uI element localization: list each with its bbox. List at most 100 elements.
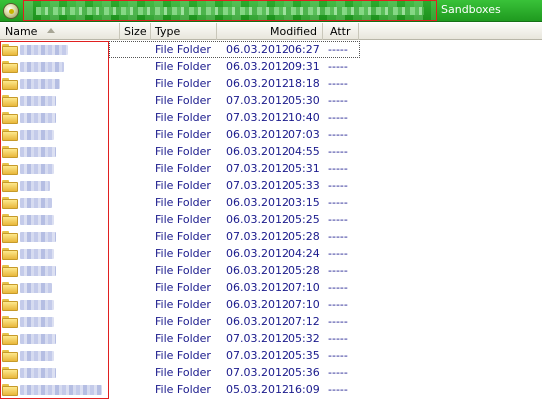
cell-date: 07.03.2012: [226, 179, 289, 192]
folder-icon: [2, 299, 18, 311]
cell-time: 03:15: [288, 196, 320, 209]
redacted-folder-name: [20, 385, 102, 395]
cell-date: 07.03.2012: [226, 162, 289, 175]
table-row[interactable]: File Folder 06.03.2012 05:25 -----: [0, 211, 542, 228]
cell-type: File Folder: [155, 247, 211, 260]
folder-icon: [2, 265, 18, 277]
cell-date: 07.03.2012: [226, 332, 289, 345]
cell-date: 06.03.2012: [226, 247, 289, 260]
cell-date: 06.03.2012: [226, 77, 289, 90]
path-current-folder[interactable]: Sandboxes: [441, 3, 501, 16]
cell-attr: -----: [328, 383, 348, 396]
cell-type: File Folder: [155, 213, 211, 226]
cell-time: 05:36: [288, 366, 320, 379]
cell-time: 09:31: [288, 60, 320, 73]
cell-type: File Folder: [155, 315, 211, 328]
cell-time: 05:25: [288, 213, 320, 226]
cell-date: 06.03.2012: [226, 281, 289, 294]
folder-icon: [2, 78, 18, 90]
table-row[interactable]: File Folder 06.03.2012 05:28 -----: [0, 262, 542, 279]
redacted-folder-name: [20, 62, 64, 72]
cell-type: File Folder: [155, 145, 211, 158]
table-row[interactable]: File Folder 06.03.2012 07:12 -----: [0, 313, 542, 330]
cell-attr: -----: [328, 264, 348, 277]
redacted-folder-name: [20, 249, 54, 259]
drive-icon[interactable]: [3, 3, 19, 19]
cell-type: File Folder: [155, 281, 211, 294]
table-row[interactable]: File Folder 07.03.2012 05:32 -----: [0, 330, 542, 347]
cell-attr: -----: [328, 60, 348, 73]
cell-attr: -----: [328, 94, 348, 107]
folder-icon: [2, 146, 18, 158]
table-row[interactable]: File Folder 06.03.2012 18:18 -----: [0, 75, 542, 92]
cell-time: 05:28: [288, 264, 320, 277]
file-list: File Folder 06.03.2012 06:27 ----- File Fold…: [0, 41, 542, 398]
folder-icon: [2, 333, 18, 345]
redacted-folder-name: [20, 96, 56, 106]
column-header-type[interactable]: Type: [151, 23, 217, 40]
column-header-name[interactable]: Name: [0, 23, 120, 40]
cell-date: 06.03.2012: [226, 128, 289, 141]
table-row[interactable]: File Folder 06.03.2012 07:10 -----: [0, 279, 542, 296]
cell-attr: -----: [328, 162, 348, 175]
table-row[interactable]: File Folder 06.03.2012 06:27 -----: [0, 41, 542, 58]
cell-time: 18:18: [288, 77, 320, 90]
column-header-size[interactable]: Size: [120, 23, 151, 40]
redacted-folder-name: [20, 283, 52, 293]
cell-time: 07:03: [288, 128, 320, 141]
redacted-folder-name: [20, 300, 54, 310]
table-row[interactable]: File Folder 06.03.2012 09:31 -----: [0, 58, 542, 75]
table-row[interactable]: File Folder 07.03.2012 05:36 -----: [0, 364, 542, 381]
cell-time: 05:35: [288, 349, 320, 362]
cell-attr: -----: [328, 298, 348, 311]
folder-icon: [2, 231, 18, 243]
table-row[interactable]: File Folder 07.03.2012 05:31 -----: [0, 160, 542, 177]
column-header-bar: Name Size Type Modified Attr: [0, 23, 542, 40]
cell-attr: -----: [328, 111, 348, 124]
cell-date: 06.03.2012: [226, 196, 289, 209]
cell-time: 05:31: [288, 162, 320, 175]
table-row[interactable]: File Folder 07.03.2012 05:33 -----: [0, 177, 542, 194]
table-row[interactable]: File Folder 06.03.2012 04:55 -----: [0, 143, 542, 160]
redacted-folder-name: [20, 181, 50, 191]
folder-icon: [2, 44, 18, 56]
redacted-folder-name: [20, 215, 54, 225]
folder-icon: [2, 282, 18, 294]
cell-time: 07:10: [288, 281, 320, 294]
path-bar[interactable]: Sandboxes: [0, 0, 542, 22]
folder-icon: [2, 180, 18, 192]
cell-time: 05:30: [288, 94, 320, 107]
cell-attr: -----: [328, 145, 348, 158]
redacted-folder-name: [20, 113, 56, 123]
cell-time: 04:55: [288, 145, 320, 158]
path-redacted[interactable]: [23, 0, 437, 21]
cell-attr: -----: [328, 281, 348, 294]
cell-type: File Folder: [155, 77, 211, 90]
folder-icon: [2, 350, 18, 362]
folder-icon: [2, 384, 18, 396]
table-row[interactable]: File Folder 06.03.2012 07:03 -----: [0, 126, 542, 143]
cell-time: 16:09: [288, 383, 320, 396]
cell-date: 06.03.2012: [226, 298, 289, 311]
folder-icon: [2, 367, 18, 379]
table-row[interactable]: File Folder 07.03.2012 05:28 -----: [0, 228, 542, 245]
column-header-name-label: Name: [5, 25, 38, 38]
table-row[interactable]: File Folder 06.03.2012 03:15 -----: [0, 194, 542, 211]
cell-type: File Folder: [155, 162, 211, 175]
table-row[interactable]: File Folder 07.03.2012 10:40 -----: [0, 109, 542, 126]
cell-type: File Folder: [155, 366, 211, 379]
table-row[interactable]: File Folder 06.03.2012 07:10 -----: [0, 296, 542, 313]
column-header-attr[interactable]: Attr: [323, 23, 359, 40]
column-header-modified[interactable]: Modified: [217, 23, 323, 40]
cell-date: 06.03.2012: [226, 60, 289, 73]
redacted-folder-name: [20, 351, 54, 361]
folder-icon: [2, 214, 18, 226]
redacted-folder-name: [20, 368, 56, 378]
cell-attr: -----: [328, 366, 348, 379]
redacted-folder-name: [20, 198, 52, 208]
table-row[interactable]: File Folder 06.03.2012 04:24 -----: [0, 245, 542, 262]
table-row[interactable]: File Folder 07.03.2012 05:30 -----: [0, 92, 542, 109]
cell-time: 07:12: [288, 315, 320, 328]
table-row[interactable]: File Folder 05.03.2012 16:09 -----: [0, 381, 542, 398]
table-row[interactable]: File Folder 07.03.2012 05:35 -----: [0, 347, 542, 364]
